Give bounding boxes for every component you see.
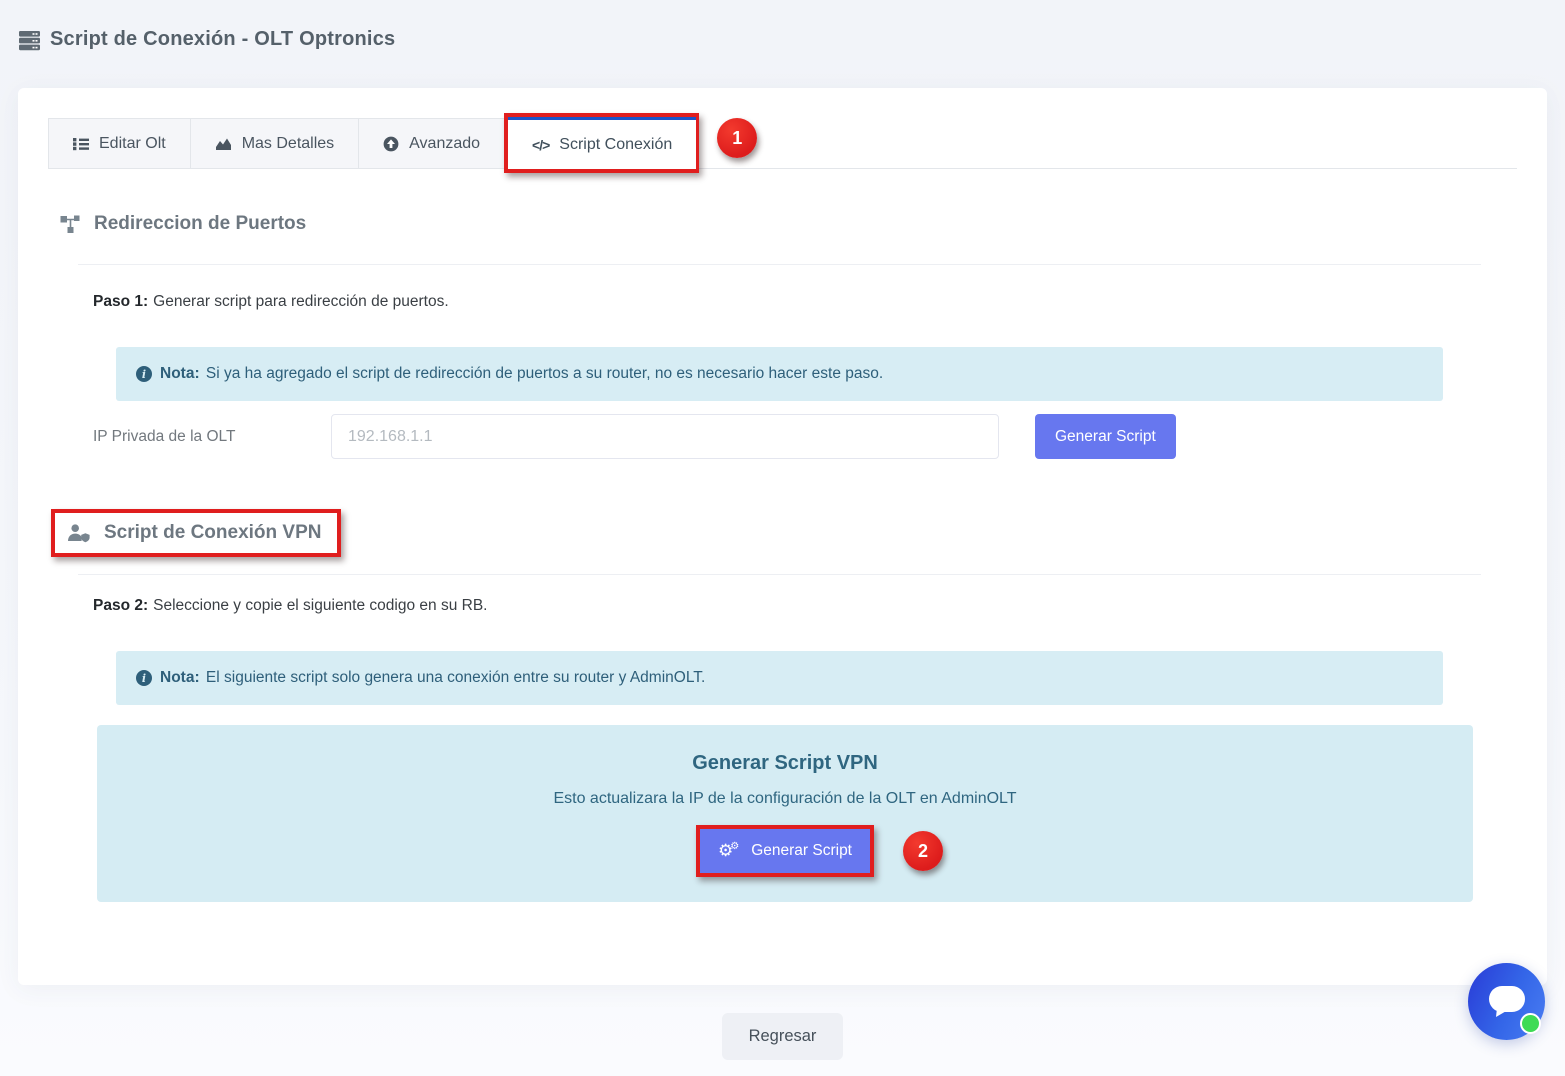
annotation-step-1: 1 <box>717 118 757 158</box>
list-icon <box>73 136 89 152</box>
ip-private-label: IP Privada de la OLT <box>93 428 331 446</box>
tab-bar: Editar Olt Mas Detalles Avanzado </> S <box>48 88 1517 169</box>
tab-label: Avanzado <box>409 135 480 153</box>
sitemap-icon <box>60 215 81 234</box>
vpn-section-heading: Script de Conexión VPN <box>67 522 321 544</box>
section-title: Script de Conexión VPN <box>104 522 321 544</box>
tab-label: Script Conexión <box>559 136 672 154</box>
chat-widget-button[interactable] <box>1468 963 1545 1040</box>
note-vpn-script: i Nota: El siguiente script solo genera … <box>116 651 1443 705</box>
vpn-button-row: ⚙⚙ Generar Script 2 <box>97 825 1473 877</box>
tab-mas-detalles[interactable]: Mas Detalles <box>190 118 359 168</box>
tab-editar-olt[interactable]: Editar Olt <box>48 118 191 168</box>
tab-label: Editar Olt <box>99 135 166 153</box>
server-icon <box>18 29 41 52</box>
note-port-redirect: i Nota: Si ya ha agregado el script de r… <box>116 347 1443 401</box>
annotation-box-vpn-heading: Script de Conexión VPN <box>51 509 341 557</box>
code-icon: </> <box>532 137 549 153</box>
annotation-step-2: 2 <box>903 831 943 871</box>
online-status-dot <box>1520 1013 1541 1034</box>
gears-icon: ⚙⚙ <box>718 842 742 859</box>
user-shield-icon <box>67 524 91 543</box>
tab-script-conexion[interactable]: </> Script Conexión <box>508 117 696 169</box>
annotation-box-generate-button: ⚙⚙ Generar Script <box>696 825 874 877</box>
divider <box>78 264 1481 265</box>
vpn-generate-panel: Generar Script VPN Esto actualizara la I… <box>97 725 1473 902</box>
info-icon: i <box>136 366 152 382</box>
chart-area-icon <box>215 136 232 152</box>
panel-subtitle: Esto actualizara la IP de la configuraci… <box>97 790 1473 808</box>
page-header: Script de Conexión - OLT Optronics <box>0 0 1565 88</box>
step-1-text: Paso 1:Generar script para redirección d… <box>93 293 1517 311</box>
ip-private-input[interactable] <box>331 414 999 459</box>
divider <box>78 574 1481 575</box>
section-title: Redireccion de Puertos <box>94 213 306 235</box>
tab-avanzado[interactable]: Avanzado <box>358 118 505 168</box>
annotation-box-active-tab: </> Script Conexión <box>504 113 699 173</box>
page-title: Script de Conexión - OLT Optronics <box>50 28 395 51</box>
chat-bubble-icon <box>1487 984 1527 1019</box>
arrow-circle-up-icon <box>383 136 399 152</box>
info-icon: i <box>136 670 152 686</box>
panel-title: Generar Script VPN <box>97 752 1473 775</box>
step-2-text: Paso 2:Seleccione y copie el siguiente c… <box>93 597 1517 615</box>
tab-label: Mas Detalles <box>242 135 334 153</box>
generate-vpn-script-button[interactable]: ⚙⚙ Generar Script <box>700 829 870 873</box>
main-card: Editar Olt Mas Detalles Avanzado </> S <box>18 88 1547 985</box>
generate-port-script-button[interactable]: Generar Script <box>1035 414 1176 459</box>
ports-section-heading: Redireccion de Puertos <box>60 213 1517 235</box>
ip-form-row: IP Privada de la OLT Generar Script <box>93 414 1517 459</box>
regresar-button[interactable]: Regresar <box>722 1013 844 1060</box>
